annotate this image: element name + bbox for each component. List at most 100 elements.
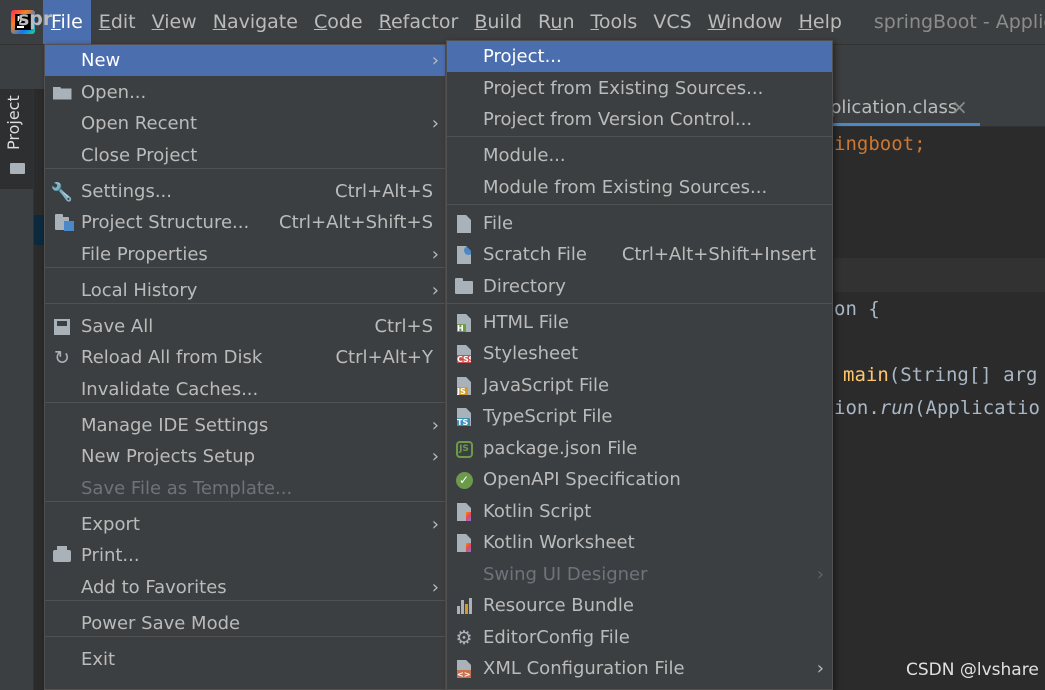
menu-edit[interactable]: Edit — [91, 0, 144, 44]
file-menu-item-export[interactable]: Export › — [45, 509, 445, 540]
new-menu-item-stylesheet[interactable]: CSS Stylesheet — [447, 338, 832, 369]
new-menu-item-module-from-existing-sources[interactable]: Module from Existing Sources... — [447, 172, 832, 203]
file-menu-item-print[interactable]: Print... — [45, 540, 445, 571]
nodejs-icon: JS — [454, 439, 474, 459]
file-menu-item-manage-ide-settings[interactable]: Manage IDE Settings › — [45, 410, 445, 441]
menubar: IJ File Edit View Navigate Code Refactor Build… — [0, 0, 1045, 44]
menu-tools[interactable]: Tools — [583, 0, 646, 44]
code-line-4: ion.run(Applicatio — [834, 397, 1040, 419]
new-menu-item-html-file[interactable]: H HTML File — [447, 307, 832, 338]
menu-item-label: New — [81, 50, 121, 71]
menu-help[interactable]: Help — [791, 0, 850, 44]
menu-item-label: Project Structure... — [81, 212, 250, 233]
js-file-icon: JS — [454, 376, 474, 396]
file-menu-item-add-to-favorites[interactable]: Add to Favorites › — [45, 572, 445, 603]
new-submenu: Project... Project from Existing Sources.… — [446, 40, 833, 690]
file-menu-item-exit[interactable]: Exit — [45, 644, 445, 675]
window-title: springBoot - Applica — [873, 11, 1045, 33]
menu-item-label: Open... — [81, 82, 147, 103]
new-menu-item-kotlin-script[interactable]: Kotlin Script — [447, 496, 832, 527]
file-menu-item-save-file-as-template: Save File as Template... — [45, 473, 445, 504]
openapi-icon: ✓ — [454, 470, 474, 490]
chevron-right-icon: › — [431, 415, 439, 436]
file-menu-item-close-project[interactable]: Close Project — [45, 140, 445, 171]
new-menu-item-resource-bundle[interactable]: Resource Bundle — [447, 590, 832, 621]
chevron-right-icon: › — [431, 446, 439, 467]
new-menu-item-directory[interactable]: Directory — [447, 271, 832, 302]
file-menu-item-reload-all-from-disk[interactable]: ↻ Reload All from Disk Ctrl+Alt+Y — [45, 342, 445, 373]
chevron-right-icon: › — [431, 577, 439, 598]
new-menu-item-kotlin-worksheet[interactable]: Kotlin Worksheet — [447, 527, 832, 558]
new-menu-item-module[interactable]: Module... — [447, 140, 832, 171]
chevron-right-icon: › — [431, 113, 439, 134]
menu-item-label: Project... — [483, 46, 562, 67]
new-menu-item-project-from-version-control[interactable]: Project from Version Control... — [447, 104, 832, 135]
new-menu-item-editorconfig-file[interactable]: ⚙ EditorConfig File — [447, 622, 832, 653]
new-menu-item-project[interactable]: Project... — [447, 41, 832, 72]
printer-icon — [52, 546, 72, 566]
menu-item-label: package.json File — [483, 438, 638, 459]
menubar-items: File Edit View Navigate Code Refactor Build Run… — [43, 0, 850, 44]
menu-item-label: Power Save Mode — [81, 613, 241, 634]
close-icon[interactable]: × — [951, 95, 968, 119]
menu-item-label: Save File as Template... — [81, 478, 293, 499]
folder-icon — [454, 277, 474, 297]
folder-open-icon — [52, 83, 72, 103]
new-menu-item-file[interactable]: File — [447, 208, 832, 239]
watermark: CSDN @lvshare — [906, 660, 1039, 680]
menu-item-label: Module... — [483, 145, 566, 166]
menu-item-label: Kotlin Worksheet — [483, 532, 635, 553]
kotlin-icon — [454, 533, 474, 553]
menu-separator — [45, 636, 445, 637]
menu-navigate[interactable]: Navigate — [205, 0, 306, 44]
menu-item-label: Close Project — [81, 145, 198, 166]
menu-vcs[interactable]: VCS — [645, 0, 699, 44]
menu-separator — [45, 267, 445, 268]
menu-separator — [45, 501, 445, 502]
new-menu-item-javascript-file[interactable]: JS JavaScript File — [447, 370, 832, 401]
active-tab-indicator — [815, 123, 980, 126]
menu-item-label: Project from Existing Sources... — [483, 78, 764, 99]
file-menu-item-power-save-mode[interactable]: Power Save Mode — [45, 608, 445, 639]
menu-run[interactable]: Run — [530, 0, 582, 44]
file-menu-item-settings[interactable]: 🔧 Settings... Ctrl+Alt+S — [45, 176, 445, 207]
menu-item-label: Directory — [483, 276, 566, 297]
menu-view[interactable]: View — [144, 0, 205, 44]
menu-window[interactable]: Window — [700, 0, 791, 44]
menu-item-label: EditorConfig File — [483, 627, 630, 648]
menu-item-label: TypeScript File — [483, 406, 613, 427]
shortcut-label: Ctrl+Alt+Shift+Insert — [621, 244, 816, 265]
file-menu-item-new-projects-setup[interactable]: New Projects Setup › — [45, 441, 445, 472]
menu-code[interactable]: Code — [306, 0, 371, 44]
kotlin-icon — [454, 502, 474, 522]
chevron-right-icon: › — [431, 280, 439, 301]
new-menu-item-project-from-existing-sources[interactable]: Project from Existing Sources... — [447, 73, 832, 104]
file-menu-item-local-history[interactable]: Local History › — [45, 275, 445, 306]
editor-tab-application-class[interactable]: plication.class — [830, 97, 957, 118]
menu-item-label: XML Configuration File — [483, 658, 685, 679]
menu-build[interactable]: Build — [466, 0, 530, 44]
css-file-icon: CSS — [454, 344, 474, 364]
file-menu-item-new[interactable]: New › — [45, 45, 445, 76]
file-menu-item-project-structure[interactable]: Project Structure... Ctrl+Alt+Shift+S — [45, 207, 445, 238]
shortcut-label: Ctrl+S — [374, 316, 433, 337]
menu-item-label: Resource Bundle — [483, 595, 634, 616]
chevron-right-icon: › — [431, 244, 439, 265]
file-menu-item-file-properties[interactable]: File Properties › — [45, 239, 445, 270]
file-menu-item-save-all[interactable]: Save All Ctrl+S — [45, 311, 445, 342]
menu-refactor[interactable]: Refactor — [371, 0, 467, 44]
new-menu-item-typescript-file[interactable]: TS TypeScript File — [447, 401, 832, 432]
new-menu-item-openapi-specification[interactable]: ✓ OpenAPI Specification — [447, 464, 832, 495]
new-menu-item-xml-configuration-file[interactable]: <> XML Configuration File › — [447, 653, 832, 684]
file-menu-item-open-recent[interactable]: Open Recent › — [45, 108, 445, 139]
new-menu-item-scratch-file[interactable]: Scratch File Ctrl+Alt+Shift+Insert — [447, 239, 832, 270]
new-menu-item-package-json-file[interactable]: JS package.json File — [447, 433, 832, 464]
file-menu-item-invalidate-caches[interactable]: Invalidate Caches... — [45, 374, 445, 405]
menu-item-label: Exit — [81, 649, 116, 670]
file-menu-item-open[interactable]: Open... — [45, 77, 445, 108]
menu-item-label: Local History — [81, 280, 198, 301]
menu-separator — [45, 402, 445, 403]
project-breadcrumb[interactable]: spr — [18, 8, 52, 30]
shortcut-label: Ctrl+Alt+Y — [335, 347, 433, 368]
shortcut-label: Ctrl+Alt+Shift+S — [279, 212, 433, 233]
